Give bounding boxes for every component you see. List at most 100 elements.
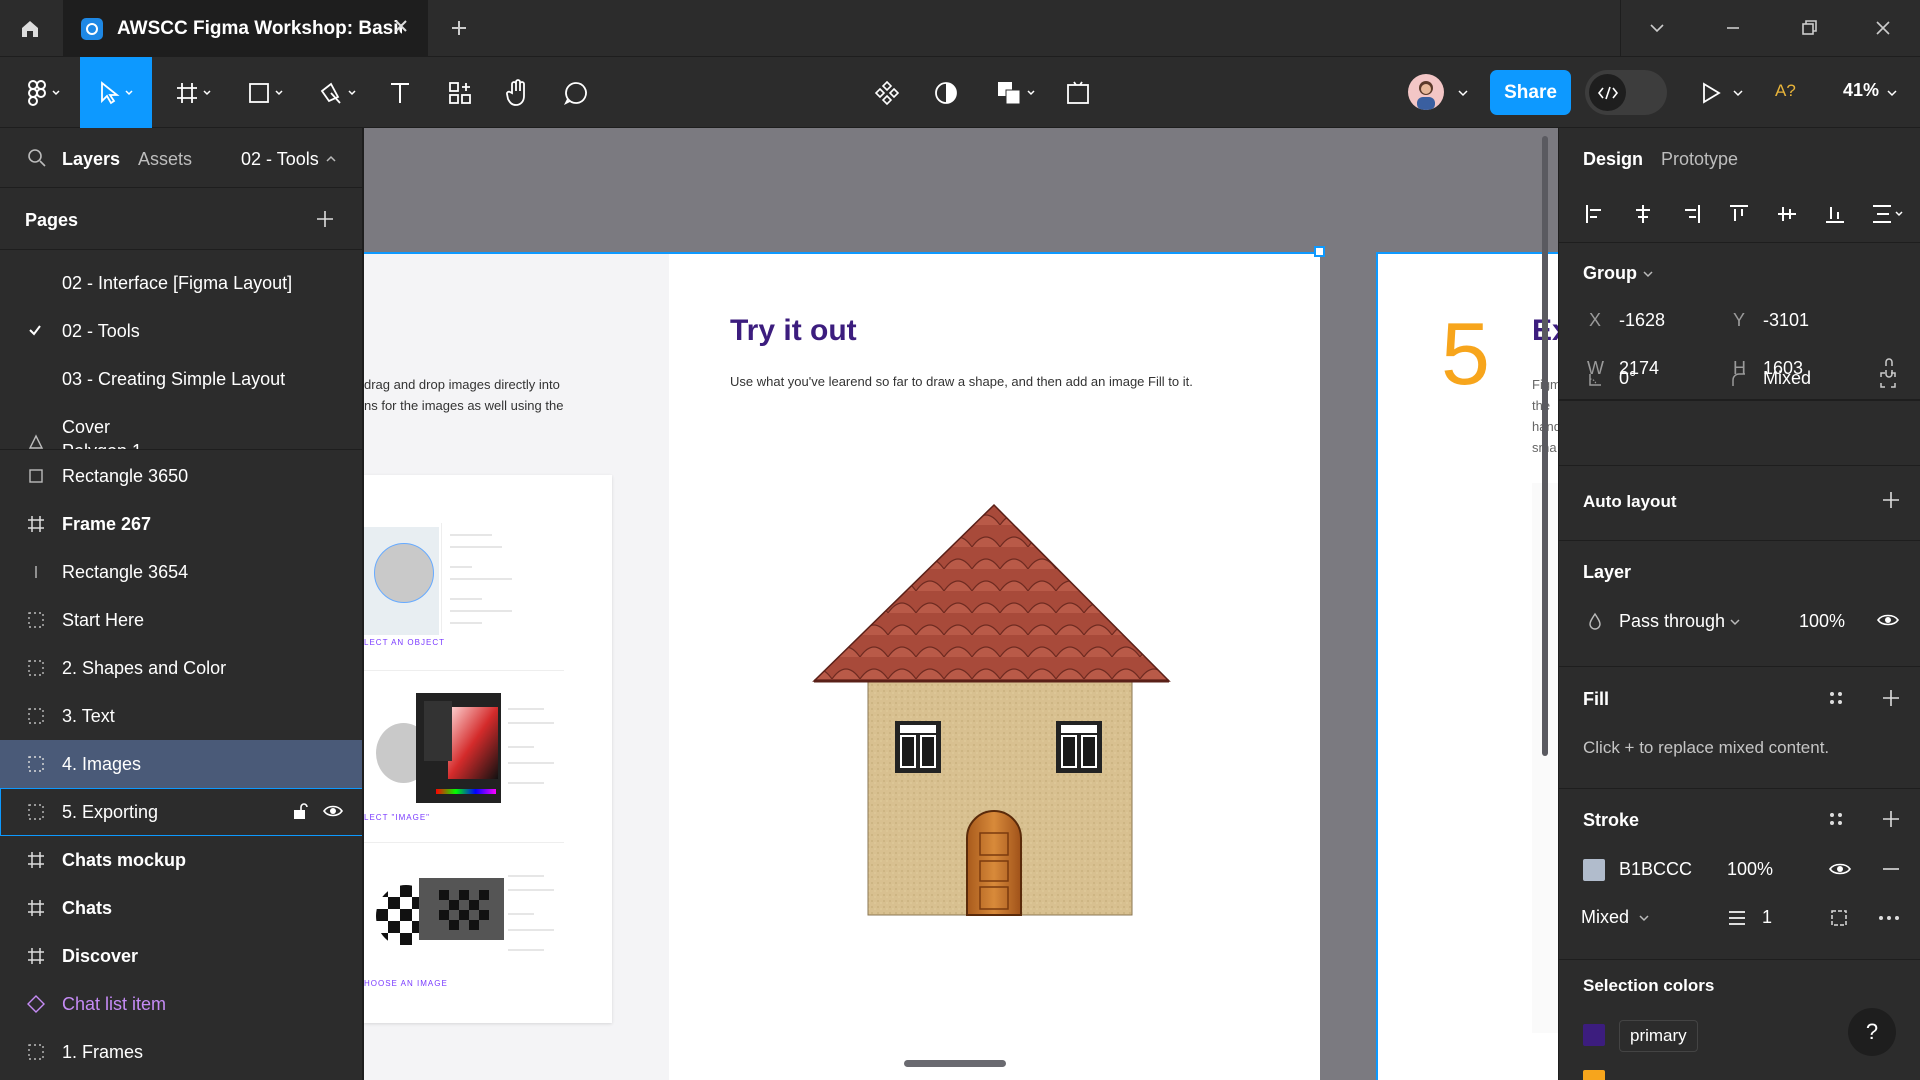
add-auto-layout-icon[interactable] xyxy=(1881,490,1901,510)
move-tool-button[interactable] xyxy=(80,57,152,128)
main-menu-button[interactable] xyxy=(14,57,74,128)
create-component-button[interactable] xyxy=(867,57,907,128)
avatar[interactable] xyxy=(1408,74,1444,110)
zoom-level[interactable]: 41% xyxy=(1843,80,1879,101)
layer-row[interactable]: 3. Text xyxy=(0,692,362,740)
close-window-icon[interactable] xyxy=(1872,17,1894,39)
align-right-icon[interactable] xyxy=(1677,200,1705,228)
play-icon[interactable] xyxy=(1700,81,1722,105)
y-input[interactable]: -3101 xyxy=(1763,310,1809,331)
remove-stroke-icon[interactable] xyxy=(1881,860,1901,878)
chevron-down-icon[interactable] xyxy=(1732,88,1744,98)
missing-fonts-indicator[interactable]: A? xyxy=(1775,81,1796,101)
help-button[interactable]: ? xyxy=(1848,1008,1896,1056)
group-title[interactable]: Group xyxy=(1583,263,1637,284)
primary-color-swatch[interactable] xyxy=(1583,1024,1605,1046)
layer-row[interactable]: Chat list item xyxy=(0,980,362,1028)
page-item-selected[interactable]: 02 - Tools xyxy=(0,307,362,355)
align-top-icon[interactable] xyxy=(1725,200,1753,228)
layer-row[interactable]: Rectangle 3650 xyxy=(0,452,362,500)
chevron-down-icon[interactable] xyxy=(1886,88,1898,98)
selection-colors-title: Selection colors xyxy=(1583,976,1715,995)
hand-tool-button[interactable] xyxy=(498,57,538,128)
new-tab-icon[interactable] xyxy=(448,17,470,39)
yellow-color-swatch[interactable] xyxy=(1583,1070,1605,1080)
stroke-sides-icon[interactable] xyxy=(1829,908,1849,928)
align-center-v-icon[interactable] xyxy=(1773,200,1801,228)
chevron-down-icon[interactable] xyxy=(1642,269,1654,279)
tab-design[interactable]: Design xyxy=(1583,149,1643,170)
close-tab-icon[interactable] xyxy=(392,17,410,35)
restore-icon[interactable] xyxy=(1798,17,1820,39)
align-center-h-icon[interactable] xyxy=(1629,200,1657,228)
layer-row[interactable]: Rectangle 3654 xyxy=(0,548,362,596)
corner-radius-input[interactable]: Mixed xyxy=(1763,368,1811,389)
layer-row-hovered[interactable]: 5. Exporting xyxy=(0,788,362,836)
stroke-weight-input[interactable]: 1 xyxy=(1762,907,1772,928)
crop-button[interactable] xyxy=(1058,57,1098,128)
vertical-scrollbar[interactable] xyxy=(1542,136,1548,756)
left-panel: Layers Assets 02 - Tools Pages 02 - Inte… xyxy=(0,128,363,1080)
layer-row[interactable]: Start Here xyxy=(0,596,362,644)
house-illustration[interactable] xyxy=(804,503,1184,923)
chevron-down-icon[interactable] xyxy=(1729,617,1741,627)
layer-row[interactable]: Chats xyxy=(0,884,362,932)
eye-icon[interactable] xyxy=(323,802,343,820)
boolean-button[interactable] xyxy=(990,57,1042,128)
chevron-down-icon[interactable] xyxy=(1638,913,1650,923)
page-item[interactable]: 03 - Creating Simple Layout xyxy=(0,355,362,403)
resources-button[interactable] xyxy=(440,57,480,128)
tab-assets[interactable]: Assets xyxy=(138,149,192,170)
styles-grid-icon[interactable] xyxy=(1827,689,1845,707)
eye-icon[interactable] xyxy=(1829,860,1851,878)
search-icon[interactable] xyxy=(27,148,47,168)
layer-opacity-input[interactable]: 100% xyxy=(1799,611,1845,632)
canvas[interactable]: Try it out Use what you've learend so fa… xyxy=(364,128,1558,1080)
unlock-icon[interactable] xyxy=(291,802,309,820)
dev-mode-toggle[interactable] xyxy=(1585,70,1667,115)
distribute-icon[interactable] xyxy=(1869,200,1907,228)
tab-layers[interactable]: Layers xyxy=(62,149,120,170)
stroke-color-swatch[interactable] xyxy=(1583,859,1605,881)
add-page-icon[interactable] xyxy=(314,208,336,230)
chevron-down-icon[interactable] xyxy=(1457,88,1469,98)
layer-row[interactable]: 1. Frames xyxy=(0,1028,362,1076)
tab-prototype[interactable]: Prototype xyxy=(1661,149,1738,170)
eye-icon[interactable] xyxy=(1877,611,1899,629)
current-page-select[interactable]: 02 - Tools xyxy=(241,149,319,170)
stroke-opacity-input[interactable]: 100% xyxy=(1727,859,1773,880)
horizontal-scrollbar[interactable] xyxy=(904,1060,1006,1067)
stroke-position-select[interactable]: Mixed xyxy=(1581,907,1629,928)
add-stroke-icon[interactable] xyxy=(1881,809,1901,829)
chevron-up-icon[interactable] xyxy=(325,154,337,164)
page-item[interactable]: 02 - Interface [Figma Layout] xyxy=(0,259,362,307)
styles-grid-icon[interactable] xyxy=(1827,810,1845,828)
home-button[interactable] xyxy=(0,0,60,57)
layer-row[interactable]: Chats mockup xyxy=(0,836,362,884)
layer-row[interactable]: Discover xyxy=(0,932,362,980)
layer-row[interactable]: 2. Shapes and Color xyxy=(0,644,362,692)
share-button[interactable]: Share xyxy=(1490,70,1571,115)
blend-mode-select[interactable]: Pass through xyxy=(1619,611,1725,632)
align-left-icon[interactable] xyxy=(1581,200,1609,228)
comment-tool-button[interactable] xyxy=(556,57,596,128)
x-input[interactable]: -1628 xyxy=(1619,310,1665,331)
minimize-icon[interactable] xyxy=(1722,17,1744,39)
layer-row-selected[interactable]: 4. Images xyxy=(0,740,362,788)
primary-color-style[interactable]: primary xyxy=(1619,1020,1698,1052)
file-tab[interactable]: AWSCC Figma Workshop: Basics (Community) xyxy=(63,0,428,57)
text-tool-button[interactable] xyxy=(380,57,420,128)
layer-row[interactable]: Frame 267 xyxy=(0,500,362,548)
add-fill-icon[interactable] xyxy=(1881,688,1901,708)
selection-handle[interactable] xyxy=(1314,246,1325,257)
shape-tool-button[interactable] xyxy=(240,57,292,128)
pen-tool-button[interactable] xyxy=(312,57,364,128)
chevron-down-icon[interactable] xyxy=(1646,17,1668,39)
rotation-input[interactable]: 0° xyxy=(1619,368,1636,389)
align-bottom-icon[interactable] xyxy=(1821,200,1849,228)
frame-tool-button[interactable] xyxy=(168,57,220,128)
independent-corners-icon[interactable] xyxy=(1879,371,1897,389)
stroke-color-input[interactable]: B1BCCC xyxy=(1619,859,1692,880)
mask-button[interactable] xyxy=(926,57,966,128)
more-options-icon[interactable] xyxy=(1877,914,1901,922)
